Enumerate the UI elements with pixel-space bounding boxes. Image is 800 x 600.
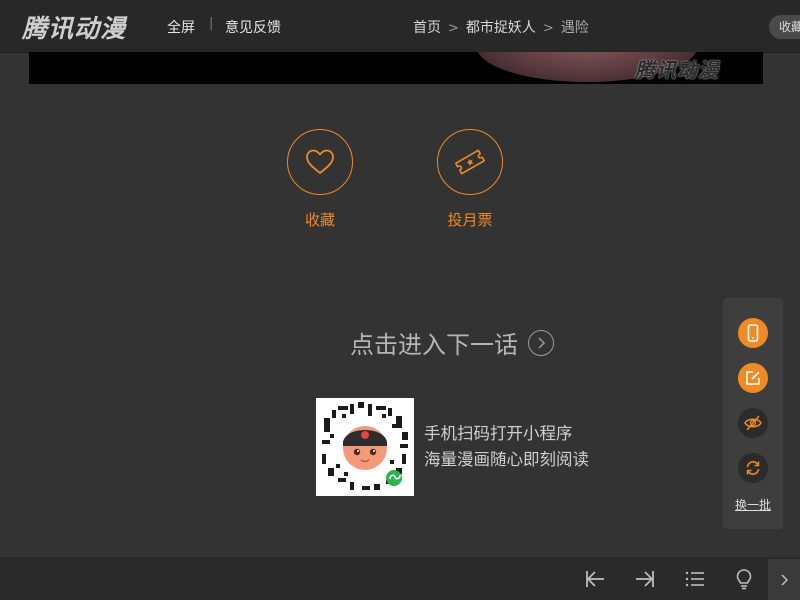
monthly-ticket-button[interactable]: 投月票	[436, 129, 504, 230]
side-panel: 换一批	[723, 298, 783, 529]
comment-button[interactable]	[738, 363, 768, 393]
next-chapter-icon[interactable]	[634, 568, 656, 590]
top-bar: 腾讯动漫 全屏 | 意见反馈 首页 > 都市捉妖人 > 遇险 收藏	[0, 0, 800, 53]
favorite-circle[interactable]	[287, 129, 353, 195]
hide-barrage-button[interactable]	[738, 408, 768, 438]
heart-icon	[306, 149, 334, 174]
header-separator: |	[209, 16, 214, 31]
comic-watermark: 腾讯动漫	[635, 58, 719, 82]
phone-icon	[747, 324, 759, 342]
mini-program-promo: 手机扫码打开小程序 海量漫画随心即刻阅读	[424, 421, 589, 473]
prev-chapter-icon[interactable]	[584, 568, 606, 590]
monthly-ticket-label: 投月票	[447, 211, 493, 229]
mini-program-qr-code	[316, 398, 414, 496]
collect-button[interactable]: 收藏	[769, 15, 800, 39]
favorite-label: 收藏	[304, 211, 335, 229]
promo-line-2: 海量漫画随心即刻阅读	[424, 450, 589, 469]
hide-eye-icon	[744, 415, 762, 431]
promo-line-1: 手机扫码打开小程序	[424, 424, 573, 443]
bottom-toolbar	[0, 557, 800, 600]
next-chapter-label: 点击进入下一话	[350, 331, 518, 359]
favorite-button[interactable]: 收藏	[286, 129, 354, 230]
site-logo[interactable]: 腾讯动漫	[22, 9, 126, 45]
qr-code-image	[316, 398, 414, 496]
phone-read-button[interactable]	[738, 318, 768, 348]
ticket-icon	[454, 149, 486, 175]
monthly-ticket-circle[interactable]	[437, 129, 503, 195]
toolbar-expand-button[interactable]	[768, 559, 800, 600]
refresh-icon	[746, 461, 760, 475]
comic-page-image: 腾讯动漫	[29, 52, 763, 84]
chevron-right-icon	[781, 573, 789, 586]
next-chapter-link[interactable]: 点击进入下一话	[350, 325, 554, 360]
breadcrumb-home[interactable]: 首页	[413, 20, 441, 36]
chevron-right-icon	[528, 329, 554, 356]
fullscreen-link[interactable]: 全屏	[167, 17, 195, 37]
edit-icon	[746, 371, 760, 385]
feedback-link[interactable]: 意见反馈	[225, 17, 281, 37]
light-icon[interactable]	[733, 568, 755, 590]
breadcrumb-chapter: 遇险	[560, 20, 589, 36]
breadcrumb: 首页 > 都市捉妖人 > 遇险	[413, 17, 589, 37]
swap-batch-link[interactable]: 换一批	[723, 496, 783, 513]
breadcrumb-separator: >	[448, 21, 459, 36]
refresh-button[interactable]	[738, 453, 768, 483]
breadcrumb-comic[interactable]: 都市捉妖人	[466, 20, 536, 36]
breadcrumb-separator: >	[542, 21, 554, 36]
catalog-icon[interactable]	[684, 568, 706, 590]
